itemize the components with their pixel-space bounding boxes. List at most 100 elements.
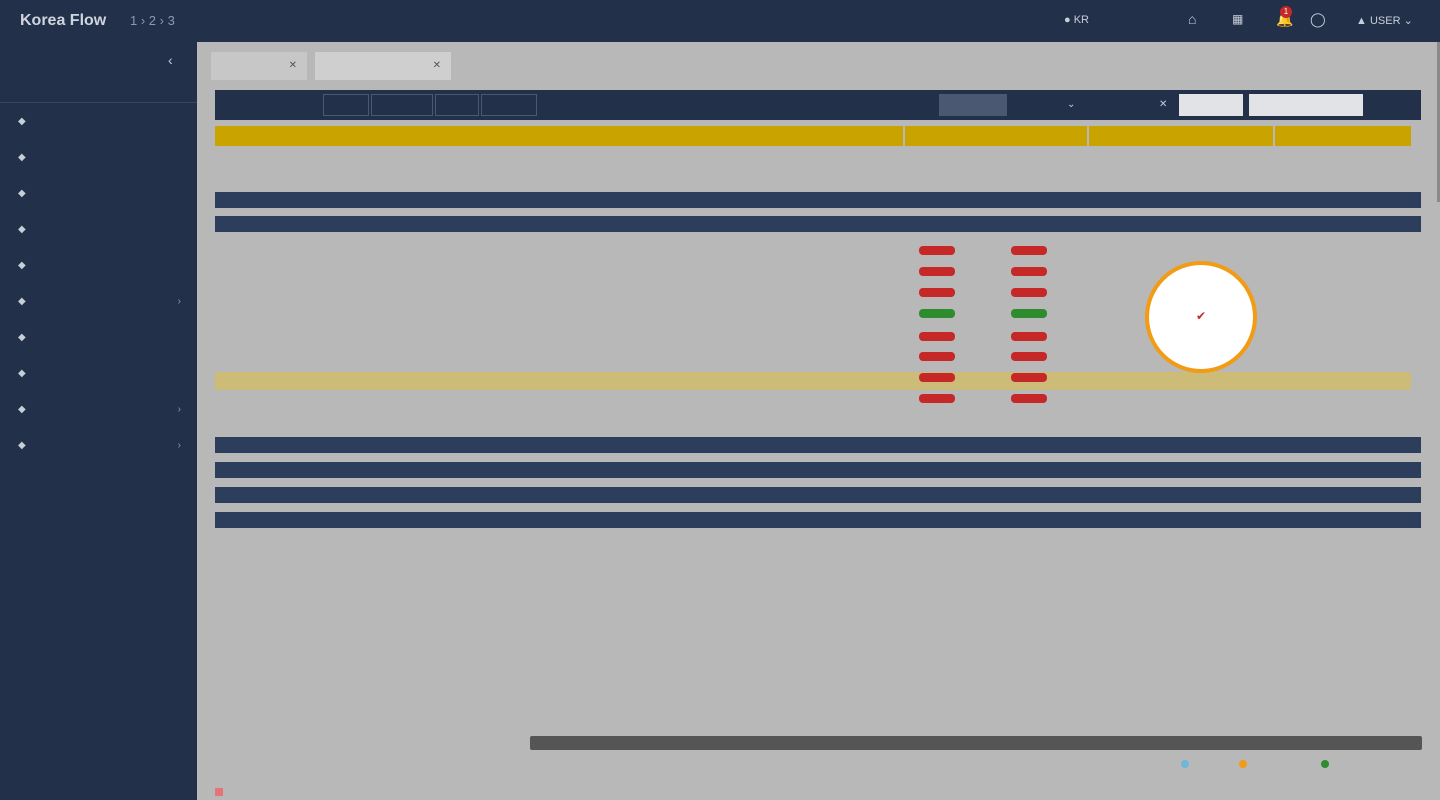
status-indicator (919, 332, 955, 341)
legend-swatch (1321, 759, 1329, 768)
sidebar-item[interactable]: ◆ (18, 116, 183, 136)
sidebar-item[interactable]: ◆ (18, 152, 183, 172)
gear-icon: ◆ (18, 440, 26, 451)
sidebar-item[interactable]: ◆ (18, 224, 183, 244)
table-group-row[interactable] (215, 437, 1421, 453)
flag-icon: ● (1064, 14, 1071, 26)
chevron-down-icon: ⌄ (1067, 99, 1076, 110)
table-group-header (1089, 126, 1273, 146)
legend-item (1181, 758, 1192, 768)
sidebar-item[interactable]: ◆ › (18, 440, 183, 460)
status-indicator (919, 394, 955, 403)
column-header[interactable] (626, 148, 763, 162)
search-input[interactable] (1249, 94, 1363, 116)
horizontal-scrollbar[interactable] (530, 736, 1422, 750)
legend-item (1239, 758, 1250, 768)
chevron-right-icon: › (177, 404, 181, 415)
column-header[interactable] (763, 148, 903, 162)
status-indicator (919, 373, 955, 382)
table-group-header (1275, 126, 1411, 146)
status-indicator (1011, 373, 1047, 382)
close-icon[interactable]: ✕ (433, 52, 441, 80)
chevron-right-icon: › (177, 440, 181, 451)
home-icon[interactable]: ⌂ (1188, 11, 1196, 27)
column-header[interactable] (1275, 148, 1411, 162)
sidebar: ‹ ◆ ◆ ◆ ◆ ◆ ◆ › ◆ ◆ ◆ › ◆ › (0, 42, 197, 800)
collapse-sidebar-icon[interactable]: ‹ (168, 52, 173, 68)
search-button[interactable] (1369, 94, 1417, 116)
check-icon: ✔ (1195, 309, 1207, 323)
toolbar-button[interactable] (939, 94, 1007, 116)
table-group-row[interactable] (215, 487, 1421, 503)
status-indicator (919, 352, 955, 361)
settings-icon: ◆ (18, 296, 26, 307)
column-header[interactable] (489, 148, 626, 162)
tab[interactable]: ✕ (211, 52, 307, 80)
column-header[interactable] (215, 148, 352, 162)
status-indicator (1011, 332, 1047, 341)
toolbar-button[interactable] (435, 94, 479, 116)
column-header[interactable] (995, 148, 1087, 162)
sidebar-item[interactable]: ◆ › (18, 296, 183, 316)
sidebar-item[interactable]: ◆ (18, 368, 183, 388)
user-name: USER (1369, 15, 1401, 27)
top-bar: Korea Flow 1 › 2 › 3 ● KR ⌂ ▦ 🔔 1 ◯ ▲ US… (0, 0, 1440, 42)
people-icon: ◆ (18, 404, 26, 415)
status-indicator (919, 288, 955, 297)
table-group-row[interactable] (215, 216, 1421, 232)
legend-item (1321, 758, 1332, 768)
status-indicator (1011, 288, 1047, 297)
tab[interactable]: ✕ (315, 52, 451, 80)
help-icon[interactable]: ◯ (1310, 11, 1326, 28)
chevron-right-icon: › (177, 296, 181, 307)
language-label: KR (1073, 14, 1089, 26)
folder-icon: ◆ (18, 152, 26, 163)
column-header[interactable] (1181, 148, 1273, 162)
status-indicator (1011, 352, 1047, 361)
notification-badge: 1 (1280, 6, 1292, 18)
toolbar-button[interactable] (371, 94, 433, 116)
sidebar-item[interactable]: ◆ (18, 260, 183, 280)
status-indicator (919, 246, 955, 255)
close-icon[interactable]: ✕ (289, 52, 297, 80)
sidebar-item[interactable]: ◆ (18, 332, 183, 352)
user-icon: ▲ (1356, 15, 1367, 27)
table-group-row[interactable] (215, 512, 1421, 528)
status-indicator (919, 267, 955, 276)
column-header[interactable] (1089, 148, 1181, 162)
column-header[interactable] (352, 148, 489, 162)
document-icon: ◆ (18, 332, 26, 343)
calendar-icon: ◆ (18, 260, 26, 271)
toolbar-button[interactable] (481, 94, 537, 116)
file-icon: ◆ (18, 188, 26, 199)
table-group-header (905, 126, 1087, 146)
table-group-row[interactable] (215, 192, 1421, 208)
sidebar-item[interactable]: ◆ › (18, 404, 183, 424)
breadcrumb: 1 › 2 › 3 (130, 13, 175, 28)
highlighted-row[interactable] (215, 372, 1411, 390)
status-indicator (1011, 394, 1047, 403)
table-group-row[interactable] (215, 462, 1421, 478)
flag-icon[interactable]: ▦ (1232, 12, 1243, 26)
divider (0, 102, 197, 103)
edit-icon: ◆ (18, 368, 26, 379)
toolbar: ⌄ ✕ (215, 90, 1421, 120)
legend-swatch (1181, 759, 1189, 768)
chart-icon: ◆ (18, 224, 26, 235)
date-input[interactable] (1179, 94, 1243, 116)
status-indicator (919, 309, 955, 318)
user-menu[interactable]: ▲ USER ⌄ (1356, 14, 1413, 27)
legend-swatch (1239, 759, 1247, 768)
sidebar-item[interactable]: ◆ (18, 188, 183, 208)
filter-select[interactable]: ⌄ (1067, 90, 1075, 120)
language-selector[interactable]: ● KR (1064, 14, 1089, 26)
status-indicator (1011, 246, 1047, 255)
table-group-header (215, 126, 903, 146)
status-indicator (1011, 267, 1047, 276)
close-icon[interactable]: ✕ (1159, 90, 1167, 120)
legend-swatch (215, 787, 223, 796)
toolbar-button[interactable] (323, 94, 369, 116)
column-header[interactable] (905, 148, 995, 162)
app-brand[interactable]: Korea Flow (20, 12, 106, 30)
legend-text (215, 786, 226, 796)
